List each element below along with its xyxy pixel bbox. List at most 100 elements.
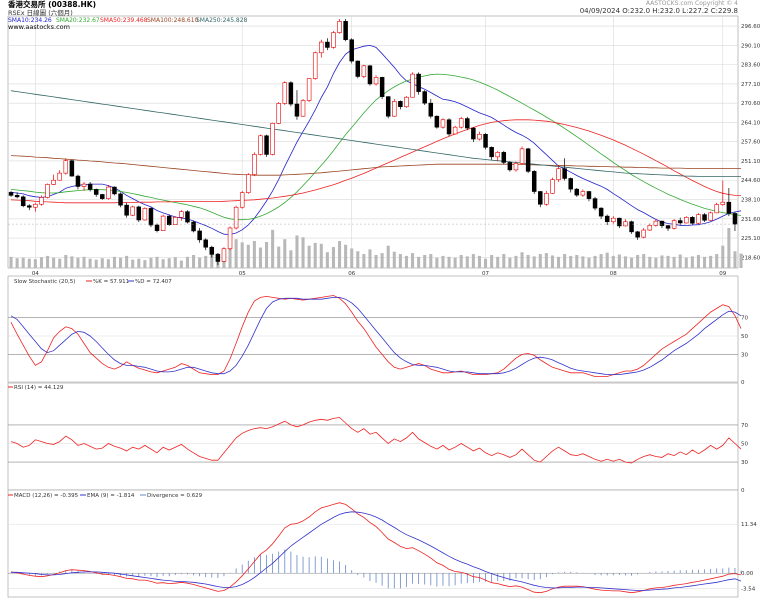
candle-body <box>659 220 665 226</box>
candle-body <box>246 174 251 193</box>
candle-body <box>404 96 409 108</box>
volume-bar <box>368 249 372 268</box>
candle-body <box>611 217 616 223</box>
volume-bar <box>611 255 615 268</box>
volume-bar <box>380 253 384 268</box>
candle-body <box>142 208 148 221</box>
candle-body <box>27 205 32 208</box>
osc-tick-label: 0 <box>741 488 745 494</box>
candle-body <box>629 221 634 233</box>
candle-body <box>14 195 20 198</box>
candle-body <box>471 127 476 140</box>
candle-body <box>130 206 135 216</box>
volume-bar <box>660 255 664 268</box>
ema-legend: EMA (9) = -1.814 <box>87 493 135 499</box>
volume-bar <box>441 255 445 268</box>
candle-body <box>477 133 482 140</box>
candle-body <box>252 154 257 175</box>
candle-body <box>160 215 166 231</box>
candle-body <box>385 96 391 117</box>
candle-body <box>452 126 458 135</box>
candle-body <box>57 172 62 181</box>
candle-body <box>8 192 14 196</box>
volume-bar <box>477 255 481 268</box>
candle-body <box>398 101 403 108</box>
candle-body <box>258 135 263 155</box>
volume-bar <box>496 256 500 268</box>
legend-sma100: SMA100:248.610 <box>147 17 199 24</box>
candle-body <box>440 119 446 128</box>
volume-bar <box>459 254 463 268</box>
volume-bar <box>520 252 524 268</box>
candle-body <box>446 119 452 135</box>
volume-bar <box>411 253 415 268</box>
candle-body <box>489 147 494 158</box>
price-tick-label: 290.10 <box>741 43 761 49</box>
candle-body <box>282 82 288 104</box>
candle-body <box>702 214 707 221</box>
candle-body <box>227 227 233 250</box>
price-tick-label: 244.60 <box>741 178 761 184</box>
price-tick-label: 283.60 <box>741 63 761 69</box>
volume-bar <box>271 229 275 268</box>
candle-body <box>276 103 281 124</box>
candle-body <box>708 212 713 221</box>
volume-bar <box>112 256 116 268</box>
candle-body <box>531 171 537 192</box>
volume-bar <box>76 257 80 268</box>
volume-bar <box>429 254 433 268</box>
volume-bar <box>344 244 348 268</box>
volume-bar <box>252 241 256 268</box>
osc-tick-label: 70 <box>741 423 748 429</box>
candle-body <box>538 191 543 205</box>
chart-subtitle: RSEx 日線圖 (六個月) <box>8 8 73 17</box>
price-panel: 218.60 225.10 231.60 238.10 244.60 251.10 257.… <box>7 15 761 277</box>
volume-bar <box>338 241 342 268</box>
legend-sma50: SMA50:239.468 <box>100 17 148 24</box>
candle-body <box>148 208 154 226</box>
candle-body <box>392 101 397 117</box>
candle-body <box>580 191 586 196</box>
macd-tick-label: 0.00 <box>741 571 754 577</box>
volume-bar <box>715 254 719 268</box>
candle-body <box>410 73 415 98</box>
volume-bar <box>307 245 311 268</box>
volume-bar <box>198 257 202 268</box>
chart-title: 香港交易所 (00388.HK) <box>7 0 96 9</box>
volume-bar <box>331 247 335 268</box>
volume-bar <box>532 256 536 268</box>
volume-bar <box>727 228 731 268</box>
candle-body <box>39 197 44 205</box>
osc-tick-label: 0 <box>741 380 745 386</box>
candle-body <box>416 73 421 92</box>
volume-bar <box>599 254 603 268</box>
candle-body <box>379 77 385 97</box>
candle-body <box>166 215 172 226</box>
volume-bar <box>356 251 360 268</box>
volume-bar <box>58 258 62 268</box>
candle-body <box>696 214 701 224</box>
volume-bar <box>161 259 165 268</box>
volume-bar <box>106 259 110 268</box>
volume-bar <box>465 256 469 268</box>
volume-bar <box>484 258 488 268</box>
volume-bar <box>678 254 682 268</box>
candle-body <box>495 152 500 158</box>
volume-bar <box>654 257 658 268</box>
osc-tick-label: 50 <box>741 334 748 340</box>
candle-body <box>574 188 580 196</box>
volume-bar <box>417 256 421 268</box>
price-tick-label: 257.60 <box>741 140 761 146</box>
volume-bar <box>696 254 700 268</box>
candle-body <box>592 198 598 209</box>
candle-body <box>544 192 549 205</box>
candle-body <box>568 178 573 190</box>
site-url: www.aastocks.com <box>8 23 70 31</box>
volume-bar <box>283 239 287 268</box>
candle-body <box>623 221 628 227</box>
volume-bar <box>739 253 743 268</box>
volume-bar <box>52 257 56 268</box>
candle-body <box>264 135 269 155</box>
chart-canvas: 218.60 225.10 231.60 238.10 244.60 251.10 257.… <box>7 0 761 598</box>
osc-tick-label: 50 <box>741 442 748 448</box>
